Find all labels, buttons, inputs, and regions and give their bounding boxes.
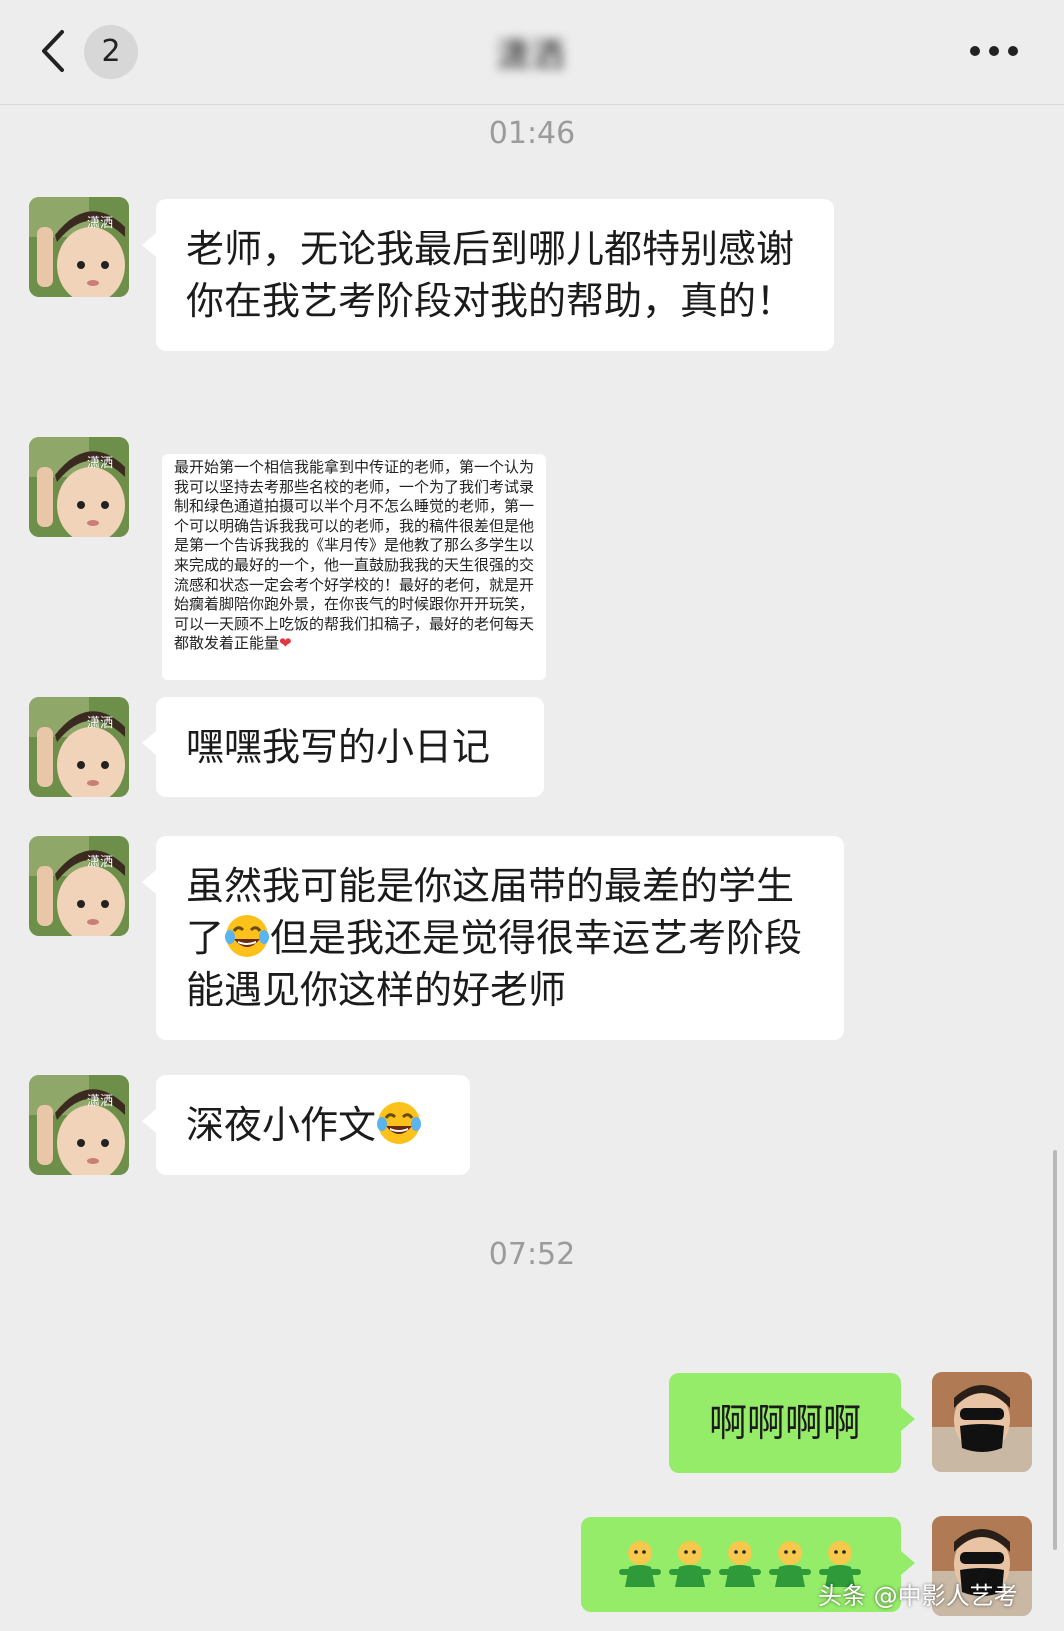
image-message-text: 最开始第一个相信我能拿到中传证的老师，第一个认为我可以坚持去考那些名校的老师，一… (174, 458, 535, 653)
heart-icon: ❤ (279, 634, 292, 653)
more-options-icon[interactable] (970, 46, 1018, 58)
sent-message-bubble[interactable]: 啊啊啊啊 (669, 1373, 915, 1473)
svg-text:潇洒: 潇洒 (87, 216, 113, 231)
top-bar: 2 潇洒 (0, 0, 1064, 105)
message-text: 深夜小作文 (186, 1103, 377, 1147)
timestamp: 07:52 (488, 1237, 576, 1272)
green-figure-emoji-icon (719, 1541, 761, 1587)
timestamp: 01:46 (488, 116, 576, 151)
contact-avatar[interactable]: 潇洒 (29, 697, 129, 797)
back-chevron-icon[interactable] (36, 28, 70, 74)
green-figure-emoji-icon (769, 1541, 811, 1587)
green-figure-emoji-icon (619, 1541, 661, 1587)
contact-avatar[interactable]: 潇洒 (29, 197, 129, 297)
contact-avatar[interactable]: 潇洒 (29, 1075, 129, 1175)
my-avatar[interactable] (932, 1372, 1032, 1472)
contact-avatar[interactable]: 潇洒 (29, 836, 129, 936)
unread-count-badge[interactable]: 2 (84, 25, 138, 79)
green-figure-emoji-icon (669, 1541, 711, 1587)
contact-avatar[interactable]: 潇洒 (29, 437, 129, 537)
message-text: 嘿嘿我写的小日记 (186, 725, 491, 769)
svg-text:潇洒: 潇洒 (87, 456, 113, 471)
chat-title: 潇洒 (496, 36, 564, 76)
image-message[interactable]: 最开始第一个相信我能拿到中传证的老师，第一个认为我可以坚持去考那些名校的老师，一… (162, 454, 546, 680)
message-text: 老师，无论我最后到哪儿都特别感谢你在我艺考阶段对我的帮助，真的！ (186, 227, 795, 323)
message-text: 但是我还是觉得很幸运艺考阶段能遇见你这样的好老师 (186, 916, 803, 1012)
message-text: 啊啊啊啊 (708, 1401, 861, 1445)
svg-text:潇洒: 潇洒 (87, 855, 113, 870)
message-bubble[interactable]: 深夜小作文 (142, 1075, 470, 1175)
laughing-tears-emoji-icon (377, 1102, 422, 1144)
message-bubble[interactable]: 老师，无论我最后到哪儿都特别感谢你在我艺考阶段对我的帮助，真的！ (142, 199, 834, 351)
laughing-tears-emoji-icon (225, 915, 270, 957)
svg-text:潇洒: 潇洒 (87, 1094, 113, 1109)
svg-text:潇洒: 潇洒 (87, 716, 113, 731)
message-bubble[interactable]: 虽然我可能是你这届带的最差的学生了 但是我还是觉得很幸运艺考阶段能遇见你这样的好老… (142, 836, 844, 1040)
scrollbar[interactable] (1053, 1150, 1057, 1550)
message-bubble[interactable]: 嘿嘿我写的小日记 (142, 697, 544, 797)
watermark: 头条 @中影人艺考 (818, 1582, 1018, 1610)
